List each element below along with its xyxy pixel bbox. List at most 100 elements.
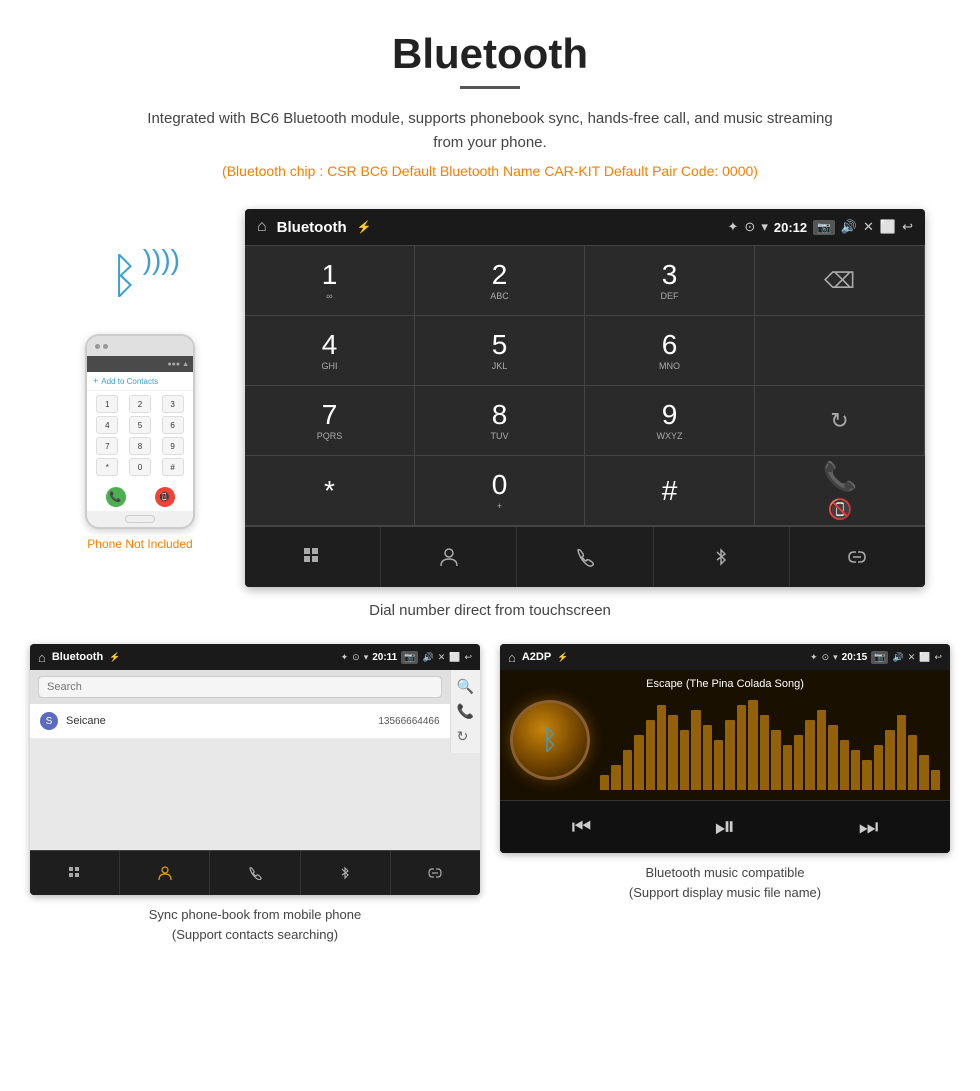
phonebook-main-area: S Seicane 13566664466 🔍 📞 ↻ <box>30 670 480 753</box>
phone-button[interactable] <box>517 527 653 587</box>
dial-cell-refresh[interactable]: ↻ <box>755 386 925 456</box>
dial-num-9: 9 <box>662 401 678 429</box>
dial-cell-call-end[interactable]: 📞 📵 <box>755 456 925 526</box>
dial-letters-2: ABC <box>490 291 509 301</box>
dial-key-0[interactable]: 0 + <box>415 456 585 526</box>
camera-icon[interactable]: 📷 <box>813 220 835 235</box>
dial-key-star[interactable]: * <box>245 456 415 526</box>
viz-bar <box>897 715 906 790</box>
ms-close-icon[interactable]: ✕ <box>908 652 916 663</box>
phone-key-0: 0 <box>129 458 151 476</box>
dial-num-star: * <box>324 477 335 505</box>
prev-button[interactable]: ⏮ <box>572 814 592 840</box>
phone-key-8: 8 <box>129 437 151 455</box>
phone-status-bar: ●●● ▲ <box>87 356 193 372</box>
grid-button[interactable] <box>245 527 381 587</box>
phonebook-bottom-bar <box>30 850 480 895</box>
phone-side-icon[interactable]: 📞 <box>457 703 474 720</box>
dial-key-hash[interactable]: # <box>585 456 755 526</box>
dial-key-3[interactable]: 3 DEF <box>585 246 755 316</box>
back-icon[interactable]: ↩ <box>902 219 913 235</box>
phone-call-button[interactable]: 📞 <box>106 487 126 507</box>
pb-wifi-icon: ▾ <box>364 652 369 663</box>
pb-phone-icon <box>248 866 262 880</box>
refresh-side-icon[interactable]: ↻ <box>457 728 474 745</box>
dial-key-7[interactable]: 7 PQRS <box>245 386 415 456</box>
viz-bar <box>794 735 803 790</box>
dial-cell-empty-1 <box>755 316 925 386</box>
phone-top-bar <box>87 336 193 356</box>
pb-volume-icon[interactable]: 🔊 <box>422 652 433 663</box>
pb-home-icon[interactable]: ⌂ <box>38 650 46 665</box>
search-side-icon[interactable]: 🔍 <box>457 678 474 695</box>
pb-person-btn[interactable] <box>120 851 210 895</box>
ms-wifi-icon: ▾ <box>833 652 838 663</box>
contact-row[interactable]: S Seicane 13566664466 <box>30 704 450 739</box>
phonebook-list: S Seicane 13566664466 <box>30 670 450 753</box>
dial-cell-backspace[interactable]: ⌫ <box>755 246 925 316</box>
ms-loc-icon: ⊙ <box>822 652 830 663</box>
phone-illustration: ᛒ )))) ●●● ▲ + Add to Contacts 1 2 <box>55 209 225 551</box>
dial-key-9[interactable]: 9 WXYZ <box>585 386 755 456</box>
keypad-row-2: 4 5 6 <box>91 416 189 434</box>
phone-bottom-area: 📞 📵 <box>87 483 193 511</box>
phone-key-3: 3 <box>162 395 184 413</box>
viz-bar <box>634 735 643 790</box>
dial-key-2[interactable]: 2 ABC <box>415 246 585 316</box>
ms-volume-icon[interactable]: 🔊 <box>892 652 903 663</box>
home-icon[interactable]: ⌂ <box>257 218 267 236</box>
main-caption: Dial number direct from touchscreen <box>0 602 980 619</box>
play-pause-button[interactable]: ⏯ <box>715 811 736 843</box>
close-icon[interactable]: ✕ <box>863 219 874 235</box>
dial-key-4[interactable]: 4 GHI <box>245 316 415 386</box>
phonebook-status-bar: ⌂ Bluetooth ⚡ ✦ ⊙ ▾ 20:11 📷 🔊 ✕ ⬜ ↩ <box>30 644 480 670</box>
car-dialpad-screen: ⌂ Bluetooth ⚡ ✦ ⊙ ▾ 20:12 📷 🔊 ✕ ⬜ ↩ 1 ∞ <box>245 209 925 587</box>
refresh-icon: ↻ <box>830 408 848 434</box>
keypad-row-3: 7 8 9 <box>91 437 189 455</box>
pb-back-icon[interactable]: ↩ <box>464 652 472 663</box>
ms-camera-icon[interactable]: 📷 <box>871 651 888 664</box>
dial-key-1[interactable]: 1 ∞ <box>245 246 415 316</box>
pb-window-icon[interactable]: ⬜ <box>449 652 460 663</box>
music-caption-line1: Bluetooth music compatible <box>629 863 821 883</box>
volume-icon[interactable]: 🔊 <box>841 219 857 235</box>
dial-key-8[interactable]: 8 TUV <box>415 386 585 456</box>
viz-bar <box>828 725 837 790</box>
phone-home-button[interactable] <box>125 515 155 523</box>
dial-num-hash: # <box>662 477 678 505</box>
link-button[interactable] <box>790 527 925 587</box>
dial-letters-8: TUV <box>491 431 509 441</box>
dial-letters-6: MNO <box>659 361 680 371</box>
dial-key-6[interactable]: 6 MNO <box>585 316 755 386</box>
pb-phone-btn[interactable] <box>210 851 300 895</box>
window-icon[interactable]: ⬜ <box>880 219 896 235</box>
ms-back-icon[interactable]: ↩ <box>934 652 942 663</box>
dial-key-5[interactable]: 5 JKL <box>415 316 585 386</box>
search-input[interactable] <box>38 676 442 698</box>
bluetooth-button[interactable] <box>654 527 790 587</box>
phonebook-caption-line1: Sync phone-book from mobile phone <box>149 905 361 925</box>
phone-camera-dots <box>95 344 108 349</box>
dialpad-grid: 1 ∞ 2 ABC 3 DEF ⌫ 4 GHI 5 JKL <box>245 245 925 526</box>
phone-end-button[interactable]: 📵 <box>155 487 175 507</box>
main-content-area: ᛒ )))) ●●● ▲ + Add to Contacts 1 2 <box>0 209 980 587</box>
pb-bluetooth-btn[interactable] <box>301 851 391 895</box>
ms-bt-icon: ✦ <box>810 652 818 663</box>
contacts-button[interactable] <box>381 527 517 587</box>
pb-close-icon[interactable]: ✕ <box>438 652 446 663</box>
search-bar-row <box>30 670 450 704</box>
add-contacts-label: Add to Contacts <box>101 377 158 386</box>
next-button[interactable]: ⏭ <box>859 814 879 840</box>
ms-window-icon[interactable]: ⬜ <box>919 652 930 663</box>
ms-home-icon[interactable]: ⌂ <box>508 650 516 665</box>
viz-bar <box>657 705 666 790</box>
pb-grid-btn[interactable] <box>30 851 120 895</box>
phone-key-2: 2 <box>129 395 151 413</box>
ms-status-right: ✦ ⊙ ▾ 20:15 📷 🔊 ✕ ⬜ ↩ <box>810 651 942 664</box>
pb-camera-icon[interactable]: 📷 <box>401 651 418 664</box>
keypad-row-1: 1 2 3 <box>91 395 189 413</box>
dial-num-6: 6 <box>662 331 678 359</box>
viz-bar <box>725 720 734 790</box>
dial-num-4: 4 <box>322 331 338 359</box>
pb-link-btn[interactable] <box>391 851 480 895</box>
